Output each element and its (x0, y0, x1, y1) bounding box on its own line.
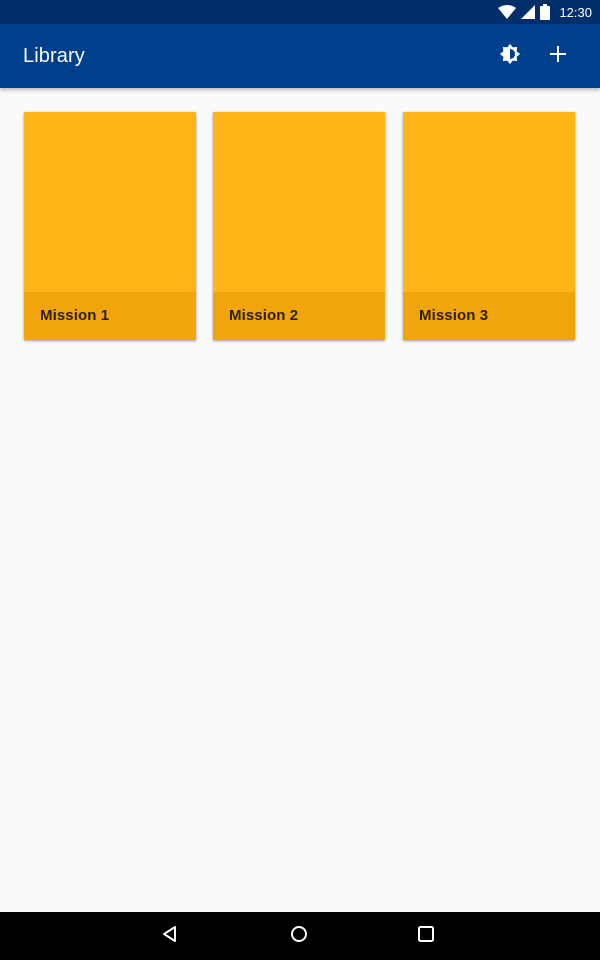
card-footer: Mission 2 (213, 292, 385, 340)
back-button[interactable] (140, 912, 200, 960)
card-footer: Mission 3 (403, 292, 575, 340)
card-cover (213, 112, 385, 292)
theme-toggle-button[interactable] (486, 32, 534, 80)
status-bar: 12:30 (0, 0, 600, 24)
add-button[interactable] (534, 32, 582, 80)
app-bar: Library (0, 24, 600, 88)
back-triangle-icon (161, 925, 179, 948)
library-grid: Mission 1 Mission 2 Mission 3 (0, 88, 600, 912)
wifi-icon (498, 5, 517, 19)
home-circle-icon (290, 925, 308, 948)
library-card[interactable]: Mission 3 (403, 112, 575, 340)
cellular-signal-icon (521, 5, 536, 19)
battery-icon (540, 4, 551, 20)
library-card[interactable]: Mission 1 (24, 112, 196, 340)
card-title: Mission 2 (229, 307, 299, 324)
card-cover (403, 112, 575, 292)
card-title: Mission 3 (419, 307, 489, 324)
home-button[interactable] (269, 912, 329, 960)
card-title: Mission 1 (40, 307, 110, 324)
brightness-icon (499, 43, 521, 70)
library-card[interactable]: Mission 2 (213, 112, 385, 340)
page-title: Library (23, 45, 85, 67)
card-cover (24, 112, 196, 292)
card-footer: Mission 1 (24, 292, 196, 340)
add-icon (550, 45, 566, 67)
navigation-bar (0, 912, 600, 960)
recents-square-icon (417, 925, 435, 948)
status-icons: 12:30 (498, 0, 592, 24)
status-time: 12:30 (559, 4, 592, 20)
recents-button[interactable] (396, 912, 456, 960)
